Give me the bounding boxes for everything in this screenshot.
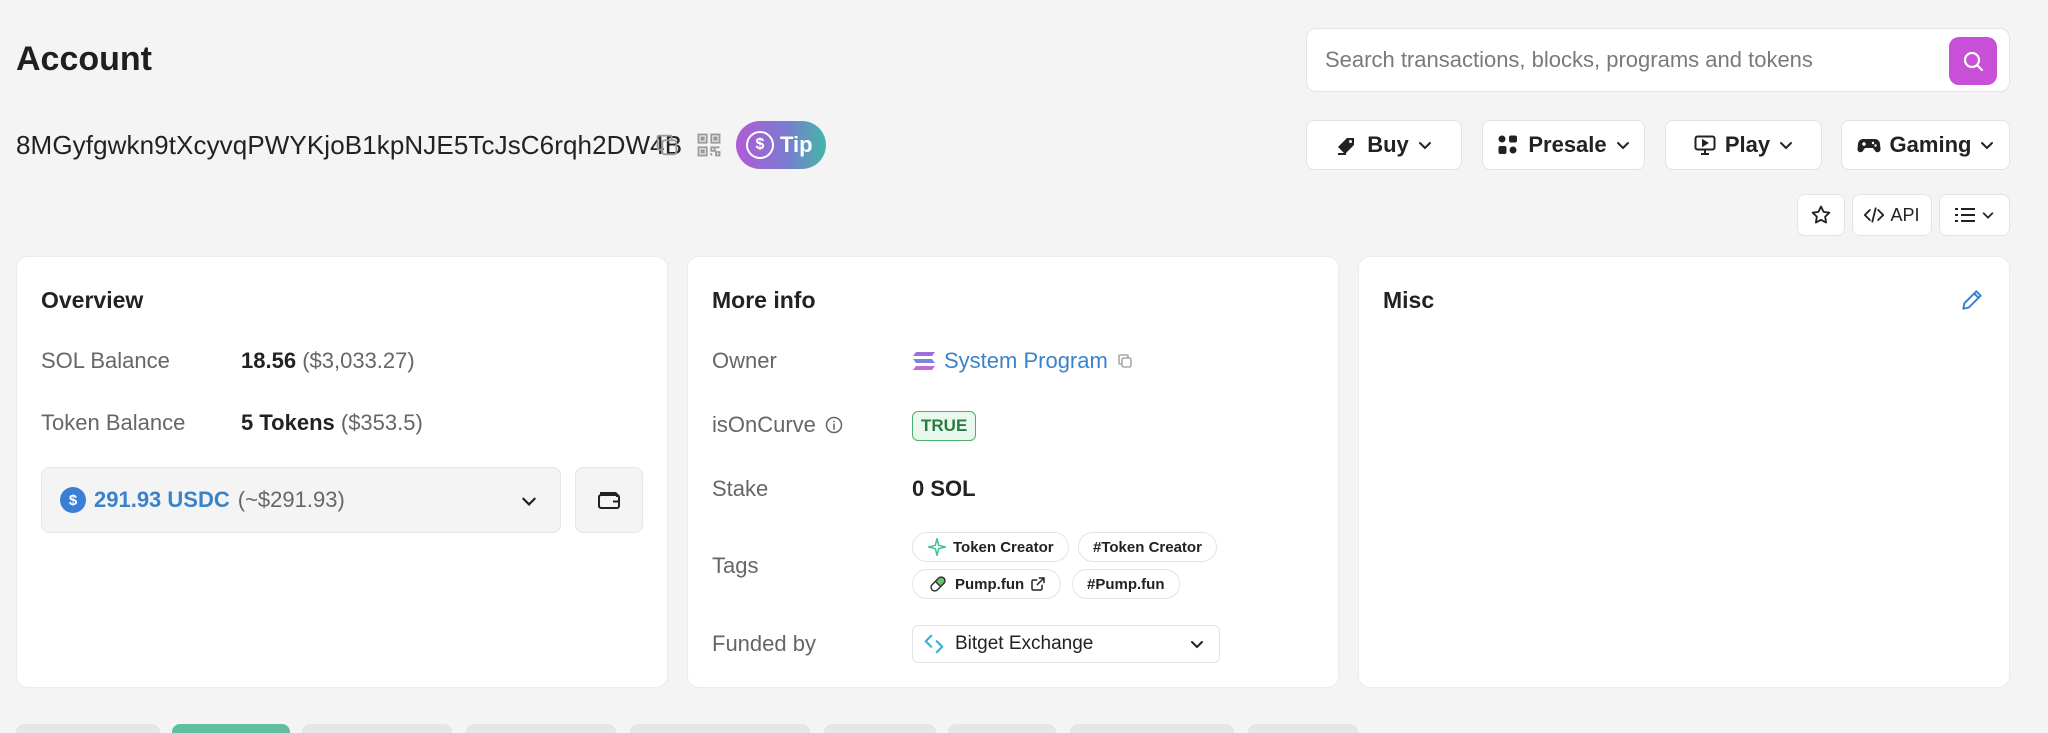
- tab[interactable]: [948, 724, 1056, 733]
- misc-title: Misc: [1383, 287, 1435, 313]
- pencil-icon[interactable]: [1959, 287, 1985, 313]
- page-title: Account: [16, 40, 152, 78]
- sparkle-icon: [927, 537, 947, 557]
- monitor-play-icon: [1694, 135, 1716, 155]
- search-input[interactable]: [1325, 29, 1925, 91]
- sol-balance-amount: 18.56: [241, 348, 297, 373]
- dollar-coin-icon: $: [746, 131, 774, 159]
- tab[interactable]: [824, 724, 936, 733]
- list-view-menu-button[interactable]: [1939, 194, 2010, 236]
- token-selector-usd: (~$291.93): [237, 487, 345, 512]
- list-icon: [1954, 208, 1975, 222]
- tag-hashtag-token-creator[interactable]: #Token Creator: [1078, 532, 1217, 562]
- token-balance-label: Token Balance: [41, 410, 186, 435]
- api-label: API: [1890, 204, 1920, 225]
- usdc-icon: $: [60, 487, 86, 513]
- tag-pump-fun[interactable]: Pump.fun: [912, 569, 1062, 599]
- buy-menu-button[interactable]: Buy: [1306, 120, 1462, 170]
- sol-balance-label: SOL Balance: [41, 348, 170, 373]
- presale-menu-label: Presale: [1528, 132, 1607, 157]
- tag-label: Token Creator: [953, 538, 1054, 556]
- owner-label: Owner: [712, 348, 777, 373]
- gaming-menu-button[interactable]: Gaming: [1841, 120, 2010, 170]
- play-menu-label: Play: [1724, 132, 1771, 157]
- chevron-down-icon: [522, 497, 536, 506]
- search-box: [1306, 28, 2010, 92]
- tab-active[interactable]: [172, 724, 290, 733]
- tip-label: Tip: [780, 132, 813, 157]
- qr-code-button[interactable]: [694, 130, 724, 160]
- presale-icon: [1498, 135, 1518, 154]
- overview-title: Overview: [41, 287, 144, 313]
- gaming-menu-label: Gaming: [1889, 132, 1972, 157]
- tip-button[interactable]: $ Tip: [736, 121, 826, 169]
- wallet-icon: [598, 492, 620, 509]
- tag-hashtag-pump-fun[interactable]: #Pump.fun: [1072, 569, 1180, 599]
- is-on-curve-row-label: isOnCurve: [712, 412, 844, 438]
- copy-icon: [656, 134, 678, 156]
- owner-link[interactable]: System Program: [944, 348, 1108, 374]
- more-info-title: More info: [712, 287, 816, 313]
- tab[interactable]: [302, 724, 452, 733]
- wallet-button[interactable]: [575, 467, 643, 533]
- token-balance-usd: ($353.5): [340, 410, 423, 435]
- copy-address-button[interactable]: [652, 130, 682, 160]
- tab[interactable]: [630, 724, 810, 733]
- stake-label: Stake: [712, 476, 769, 501]
- presale-menu-button[interactable]: Presale: [1482, 120, 1645, 170]
- token-selector-amount: 291.93 USDC: [94, 487, 230, 512]
- copy-icon[interactable]: [1116, 352, 1134, 370]
- overview-card: Overview SOL Balance 18.56 ($3,033.27) T…: [16, 256, 668, 688]
- is-on-curve-badge: TRUE: [912, 411, 977, 441]
- account-address: 8MGyfgwkn9tXcyvqPWYKjoB1kpNJE5TcJsC6rqh2…: [16, 130, 683, 160]
- tab[interactable]: [1070, 724, 1234, 733]
- chevron-down-icon: [1418, 142, 1431, 150]
- funded-by-label: Funded by: [712, 631, 816, 656]
- chevron-down-icon: [1981, 142, 1994, 150]
- qr-code-icon: [697, 133, 721, 157]
- sol-balance-usd: ($3,033.27): [302, 348, 415, 373]
- search-button[interactable]: [1949, 37, 1997, 85]
- tab[interactable]: [466, 724, 616, 733]
- favorite-button[interactable]: [1797, 194, 1845, 236]
- funded-by-value: Bitget Exchange: [955, 633, 1094, 654]
- owner-value: System Program: [912, 348, 1134, 374]
- token-balance-count: 5 Tokens: [241, 410, 335, 435]
- info-icon[interactable]: [824, 415, 844, 435]
- tag-label: #Token Creator: [1093, 538, 1202, 556]
- solana-icon: [913, 352, 935, 370]
- sol-balance-value: 18.56 ($3,033.27): [241, 348, 415, 374]
- bitget-icon: [924, 634, 944, 654]
- api-button[interactable]: API: [1852, 194, 1932, 236]
- tag-token-creator[interactable]: Token Creator: [912, 532, 1069, 562]
- chevron-down-icon: [1982, 212, 1993, 219]
- play-menu-button[interactable]: Play: [1665, 120, 1822, 170]
- star-icon: [1811, 205, 1831, 224]
- chevron-down-icon: [1191, 641, 1203, 649]
- is-on-curve-label: isOnCurve: [712, 412, 816, 437]
- tags-label: Tags: [712, 553, 759, 578]
- external-link-icon: [1031, 577, 1045, 591]
- buy-menu-label: Buy: [1367, 132, 1409, 157]
- token-balance-value: 5 Tokens ($353.5): [241, 410, 423, 436]
- stake-value: 0 SOL: [912, 476, 976, 501]
- search-icon: [1963, 51, 1984, 72]
- token-selector[interactable]: $ 291.93 USDC (~$291.93): [41, 467, 561, 533]
- chevron-down-icon: [1616, 142, 1629, 150]
- tag-label: Pump.fun: [955, 575, 1025, 593]
- more-info-card: More info Owner System Program isOnCurve…: [687, 256, 1339, 688]
- gamepad-icon: [1857, 139, 1881, 153]
- misc-card: Misc: [1358, 256, 2010, 688]
- funded-by-selector[interactable]: Bitget Exchange: [912, 625, 1220, 663]
- pill-icon: [930, 576, 946, 592]
- tag-label: #Pump.fun: [1087, 575, 1165, 593]
- tab[interactable]: [16, 724, 160, 733]
- code-icon: [1864, 207, 1885, 223]
- tab[interactable]: [1248, 724, 1358, 733]
- tag-icon: [1338, 138, 1355, 155]
- chevron-down-icon: [1780, 142, 1793, 150]
